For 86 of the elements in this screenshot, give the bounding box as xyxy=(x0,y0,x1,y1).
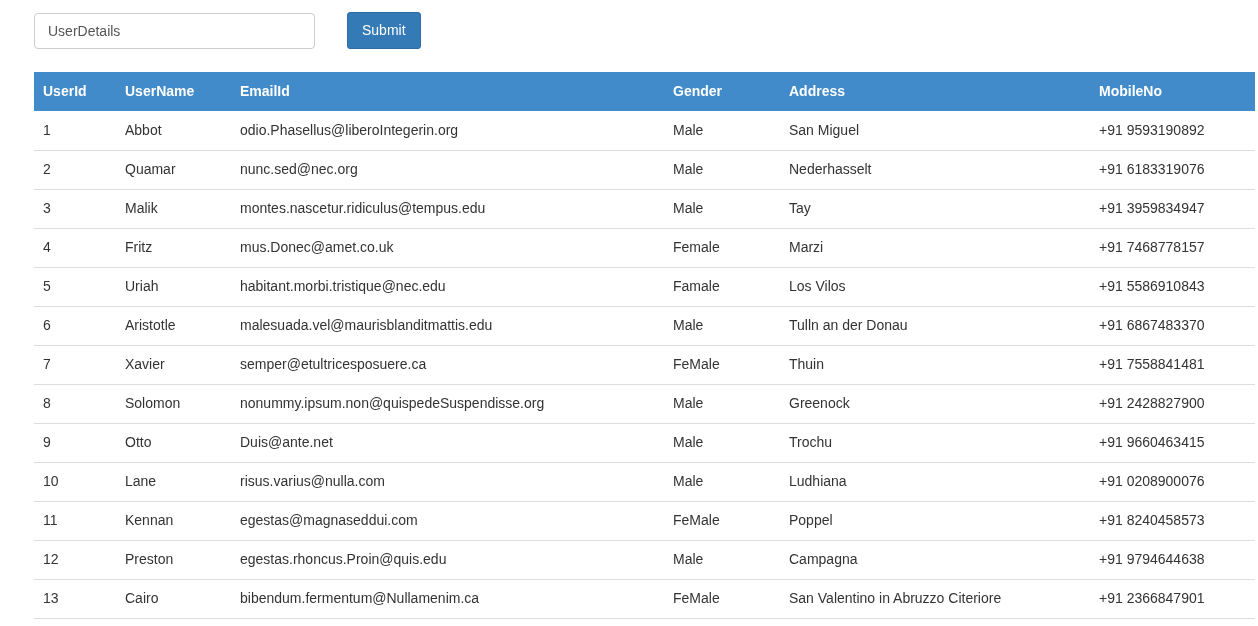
table-cell: Quamar xyxy=(125,161,176,177)
table-cell: Marzi xyxy=(789,239,824,255)
table-cell: Nederhasselt xyxy=(789,161,872,177)
table-cell: Poppel xyxy=(789,512,833,528)
column-header: Gender xyxy=(673,83,722,99)
table-cell: Duis@ante.net xyxy=(240,434,333,450)
table-cell: Los Vilos xyxy=(789,278,846,294)
table-cell: +91 6867483370 xyxy=(1099,317,1205,333)
table-cell: +91 9660463415 xyxy=(1099,434,1205,450)
table-cell: 12 xyxy=(43,551,59,567)
table-cell: +91 6183319076 xyxy=(1099,161,1205,177)
table-cell: +91 9593190892 xyxy=(1099,121,1205,138)
table-cell: Thuin xyxy=(789,356,825,372)
table-cell: +91 2428827900 xyxy=(1099,395,1205,411)
table-cell: 7 xyxy=(43,356,51,372)
table-cell: Uriah xyxy=(125,278,159,294)
table-cell: malesuada.vel@maurisblanditmattis.edu xyxy=(240,317,493,333)
table-cell: San Miguel xyxy=(789,121,860,138)
table-cell: risus.varius@nulla.com xyxy=(240,473,385,489)
table-cell: Xavier xyxy=(125,356,165,372)
table-cell: Female xyxy=(673,239,720,255)
table-cell: 10 xyxy=(43,473,59,489)
table-cell: +91 3959834947 xyxy=(1099,200,1205,216)
table-cell: nunc.sed@nec.org xyxy=(240,161,358,177)
text-input-field[interactable]: UserDetails xyxy=(34,12,315,49)
table-cell: San Valentino in Abruzzo Citeriore xyxy=(789,590,1002,606)
submit-button[interactable]: Submit xyxy=(347,12,421,49)
table-cell: Male xyxy=(673,395,704,411)
table-cell: FeMale xyxy=(673,512,720,528)
table-cell: egestas.rhoncus.Proin@quis.edu xyxy=(240,551,447,567)
table-cell: 4 xyxy=(43,239,51,255)
table-cell: Campagna xyxy=(789,551,858,567)
table-cell: Greenock xyxy=(789,395,850,411)
table-cell: Abbot xyxy=(125,121,162,138)
table-cell: +91 5586910843 xyxy=(1099,278,1205,294)
table-cell: semper@etultricesposuere.ca xyxy=(240,356,427,372)
table-cell: Male xyxy=(673,121,704,138)
table-cell: Aristotle xyxy=(125,317,176,333)
table-cell: 9 xyxy=(43,434,51,450)
table-cell: Preston xyxy=(125,551,174,567)
table-cell: Male xyxy=(673,434,704,450)
table-cell: Cairo xyxy=(125,590,159,606)
table-cell: bibendum.fermentum@Nullamenim.ca xyxy=(240,590,480,606)
table-cell: +91 7558841481 xyxy=(1099,356,1205,372)
table-cell: egestas@magnaseddui.com xyxy=(240,512,418,528)
table-cell: FeMale xyxy=(673,356,720,372)
table-cell: FeMale xyxy=(673,590,720,606)
column-header: UserId xyxy=(43,83,87,99)
table-cell: +91 8240458573 xyxy=(1099,512,1205,528)
table-cell: Solomon xyxy=(125,395,181,411)
table-cell: 11 xyxy=(43,512,58,528)
table-cell: Male xyxy=(673,473,704,489)
table-cell: Male xyxy=(673,317,704,333)
table-cell: 13 xyxy=(43,590,59,606)
table-cell: Male xyxy=(673,161,704,177)
table-cell: montes.nascetur.ridiculus@tempus.edu xyxy=(240,200,486,216)
table-cell: 1 xyxy=(43,121,51,138)
table-cell: 5 xyxy=(43,278,51,294)
table-cell: 3 xyxy=(43,200,51,216)
column-header: Address xyxy=(789,83,846,99)
table-cell: nonummy.ipsum.non@quispedeSuspendisse.org xyxy=(240,395,545,411)
table-cell: +91 7468778157 xyxy=(1099,239,1205,255)
table-cell: Male xyxy=(673,551,704,567)
table-cell: +91 2366847901 xyxy=(1099,590,1205,606)
table-cell: Tulln an der Donau xyxy=(789,317,908,333)
table-cell: Ludhiana xyxy=(789,473,847,489)
table-cell: habitant.morbi.tristique@nec.edu xyxy=(240,278,446,294)
table-cell: Famale xyxy=(673,278,720,294)
column-header: UserName xyxy=(125,83,195,99)
table-cell: Lane xyxy=(125,473,157,489)
table-cell: Otto xyxy=(125,434,152,450)
table-cell: mus.Donec@amet.co.uk xyxy=(240,239,394,255)
table-cell: 2 xyxy=(43,161,51,177)
table-cell: Trochu xyxy=(789,434,833,450)
table-cell: +91 0208900076 xyxy=(1099,473,1205,489)
column-header: MobileNo xyxy=(1099,83,1162,99)
table-cell: 6 xyxy=(43,317,51,333)
table-cell: odio.Phasellus@liberoIntegerin.org xyxy=(240,121,459,138)
table-cell: Fritz xyxy=(125,239,153,255)
column-header: EmailId xyxy=(240,83,290,99)
table-cell: Tay xyxy=(789,200,811,216)
table-cell: 8 xyxy=(43,395,51,411)
table-cell: Male xyxy=(673,200,704,216)
table-cell: Malik xyxy=(125,200,158,216)
table-cell: Kennan xyxy=(125,512,174,528)
table-cell: +91 9794644638 xyxy=(1099,551,1205,567)
